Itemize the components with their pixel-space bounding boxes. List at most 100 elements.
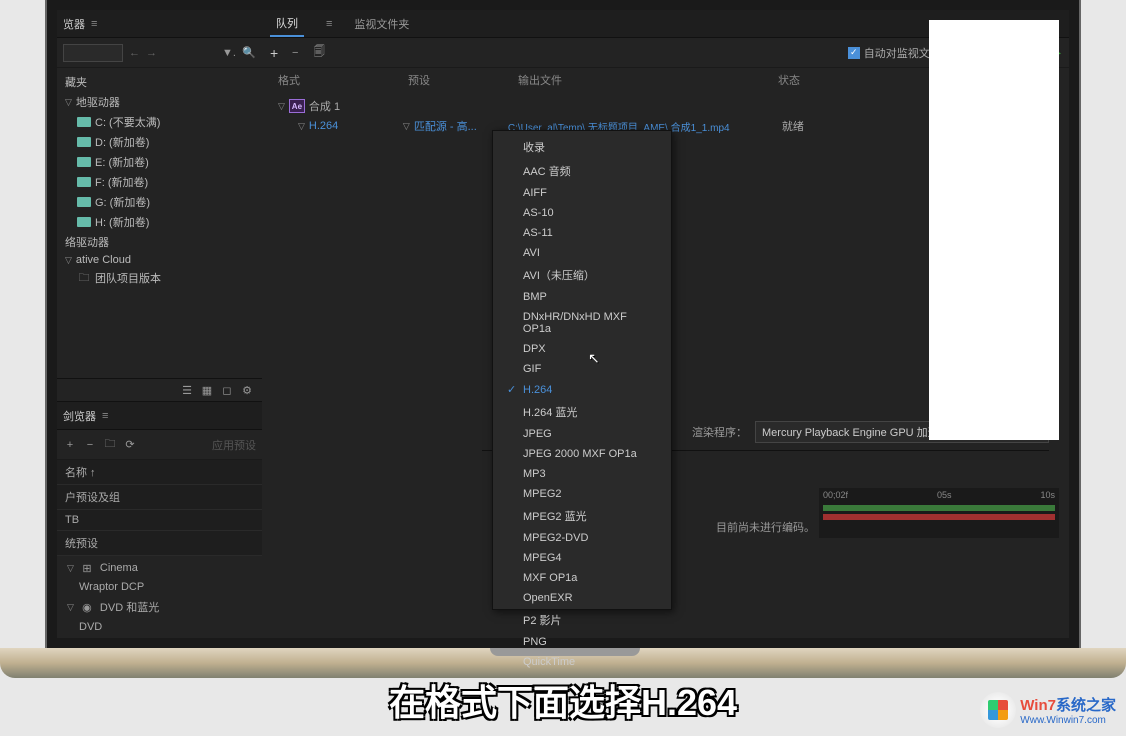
cinema-icon: ⊞ [80, 561, 94, 575]
col-preset: 预设 [408, 72, 518, 88]
drive-icon [77, 157, 91, 167]
status-text: 就绪 [782, 118, 804, 134]
folder-icon: 🗀 [77, 271, 91, 285]
format-option[interactable]: DNxHR/DNxHD MXF OP1a [493, 307, 671, 339]
user-presets-row[interactable]: 户预设及组 [57, 485, 262, 510]
format-option[interactable]: AS-10 [493, 203, 671, 223]
panel-menu-icon[interactable]: ≡ [91, 18, 97, 30]
format-option[interactable]: DPX [493, 339, 671, 359]
format-option[interactable]: MPEG2-DVD [493, 528, 671, 548]
add-source-icon[interactable]: + [270, 45, 278, 61]
format-option[interactable]: JPEG [493, 424, 671, 444]
drive-item[interactable]: D: (新加卷) [57, 132, 262, 152]
preview-blank-area [929, 20, 1059, 440]
grid-view-icon[interactable]: ▦ [200, 383, 214, 397]
browser-panel-header: 览器 ≡ [57, 10, 262, 38]
format-option[interactable]: P2 影片 [493, 608, 671, 632]
timeline-track-2[interactable] [823, 514, 1055, 520]
filter-icon[interactable]: ▼. [222, 46, 236, 60]
video-subtitle: 在格式下面选择H.264 [0, 674, 1126, 726]
col-format: 格式 [278, 72, 408, 88]
preset-menu-icon[interactable]: ≡ [102, 410, 108, 422]
comp-name: 合成 1 [309, 98, 340, 114]
remove-preset-icon[interactable]: − [83, 438, 97, 452]
checkbox-checked-icon: ✓ [848, 47, 860, 59]
timeline-ruler: 00;02f 05s 10s [819, 488, 1059, 502]
format-option[interactable]: MPEG2 [493, 484, 671, 504]
format-option[interactable]: 收录 [493, 135, 671, 159]
thumb-view-icon[interactable]: ◻ [220, 383, 234, 397]
render-label: 渲染程序： [692, 424, 747, 440]
format-option[interactable]: AS-11 [493, 223, 671, 243]
format-link[interactable]: H.264 [309, 120, 399, 132]
favorites-node[interactable]: 藏夹 [57, 72, 262, 92]
tab-watch-folders[interactable]: 监视文件夹 [348, 12, 415, 36]
preset-browser-title: 剑览器 [63, 408, 96, 424]
watermark-url: Www.Winwin7.com [1020, 715, 1116, 726]
back-icon[interactable]: ← [129, 47, 140, 59]
timeline-panel: 00;02f 05s 10s [819, 488, 1059, 538]
search-icon[interactable]: 🔍 [242, 46, 256, 60]
format-option[interactable]: MP3 [493, 464, 671, 484]
format-option[interactable]: MPEG2 蓝光 [493, 504, 671, 528]
dvd-bluray-group[interactable]: ▽◉DVD 和蓝光 [57, 596, 262, 618]
forward-icon[interactable]: → [146, 47, 157, 59]
team-project-node[interactable]: 🗀团队项目版本 [57, 268, 262, 288]
format-option[interactable]: JPEG 2000 MXF OP1a [493, 444, 671, 464]
wraptor-preset[interactable]: Wraptor DCP [57, 578, 262, 596]
drive-icon [77, 197, 91, 207]
path-dropdown[interactable] [63, 44, 123, 62]
format-option[interactable]: AVI（未压缩） [493, 263, 671, 287]
format-option[interactable]: AVI [493, 243, 671, 263]
cinema-preset-group[interactable]: ▽⊞Cinema [57, 558, 262, 578]
col-output: 输出文件 [518, 72, 778, 88]
name-column-header[interactable]: 名称 ↑ [57, 460, 262, 485]
format-option[interactable]: BMP [493, 287, 671, 307]
format-option[interactable]: OpenEXR [493, 588, 671, 608]
format-option[interactable]: PNG [493, 632, 671, 652]
format-option[interactable]: MXF OP1a [493, 568, 671, 588]
drive-item[interactable]: G: (新加卷) [57, 192, 262, 212]
remove-source-icon[interactable]: − [288, 46, 302, 60]
view-mode-icons: ☰ ▦ ◻ ⚙ [57, 378, 262, 401]
format-option[interactable]: AAC 音频 [493, 159, 671, 183]
chevron-down-icon[interactable]: ▽ [298, 121, 305, 132]
duplicate-icon[interactable]: 🗐 [312, 46, 326, 60]
preset-link[interactable]: 匹配源 - 高... [414, 118, 504, 134]
drive-tree: 藏夹 ▽地驱动器 C: (不要太满)D: (新加卷)E: (新加卷)F: (新加… [57, 68, 262, 378]
drive-icon [77, 217, 91, 227]
sys-presets-row[interactable]: 统预设 [57, 531, 262, 556]
chevron-down-icon[interactable]: ▽ [278, 101, 285, 112]
format-dropdown-menu: 收录AAC 音频AIFFAS-10AS-11AVIAVI（未压缩）BMPDNxH… [492, 130, 672, 610]
sync-icon[interactable]: ⟳ [123, 438, 137, 452]
tab-queue[interactable]: 队列 [270, 11, 304, 37]
apply-preset-button[interactable]: 应用预设 [212, 437, 256, 453]
watermark-logo-icon [980, 692, 1016, 728]
format-option[interactable]: MPEG4 [493, 548, 671, 568]
list-view-icon[interactable]: ☰ [180, 383, 194, 397]
format-option[interactable]: ✓H.264 [493, 379, 671, 400]
local-drives-node[interactable]: ▽地驱动器 [57, 92, 262, 112]
timeline-track-1[interactable] [823, 505, 1055, 511]
creative-cloud-node[interactable]: ▽ative Cloud [57, 252, 262, 268]
drive-item[interactable]: E: (新加卷) [57, 152, 262, 172]
format-option[interactable]: AIFF [493, 183, 671, 203]
queue-tab-menu-icon[interactable]: ≡ [326, 18, 332, 30]
drive-icon [77, 117, 91, 127]
format-option[interactable]: QuickTime [493, 652, 671, 672]
tb-row[interactable]: TB [57, 510, 262, 531]
drive-item[interactable]: C: (不要太满) [57, 112, 262, 132]
add-preset-icon[interactable]: + [63, 438, 77, 452]
format-option[interactable]: H.264 蓝光 [493, 400, 671, 424]
settings-icon[interactable]: ⚙ [240, 383, 254, 397]
drive-item[interactable]: H: (新加卷) [57, 212, 262, 232]
mouse-cursor-icon: ↖ [588, 350, 600, 367]
chevron-down-icon[interactable]: ▽ [403, 121, 410, 132]
new-folder-icon[interactable]: 🗀 [103, 438, 117, 452]
preset-panel-header: 剑览器 ≡ [57, 402, 262, 430]
format-option[interactable]: GIF [493, 359, 671, 379]
drive-item[interactable]: F: (新加卷) [57, 172, 262, 192]
network-drives-node[interactable]: 络驱动器 [57, 232, 262, 252]
disc-icon: ◉ [80, 600, 94, 614]
dvd-preset[interactable]: DVD [57, 618, 262, 636]
